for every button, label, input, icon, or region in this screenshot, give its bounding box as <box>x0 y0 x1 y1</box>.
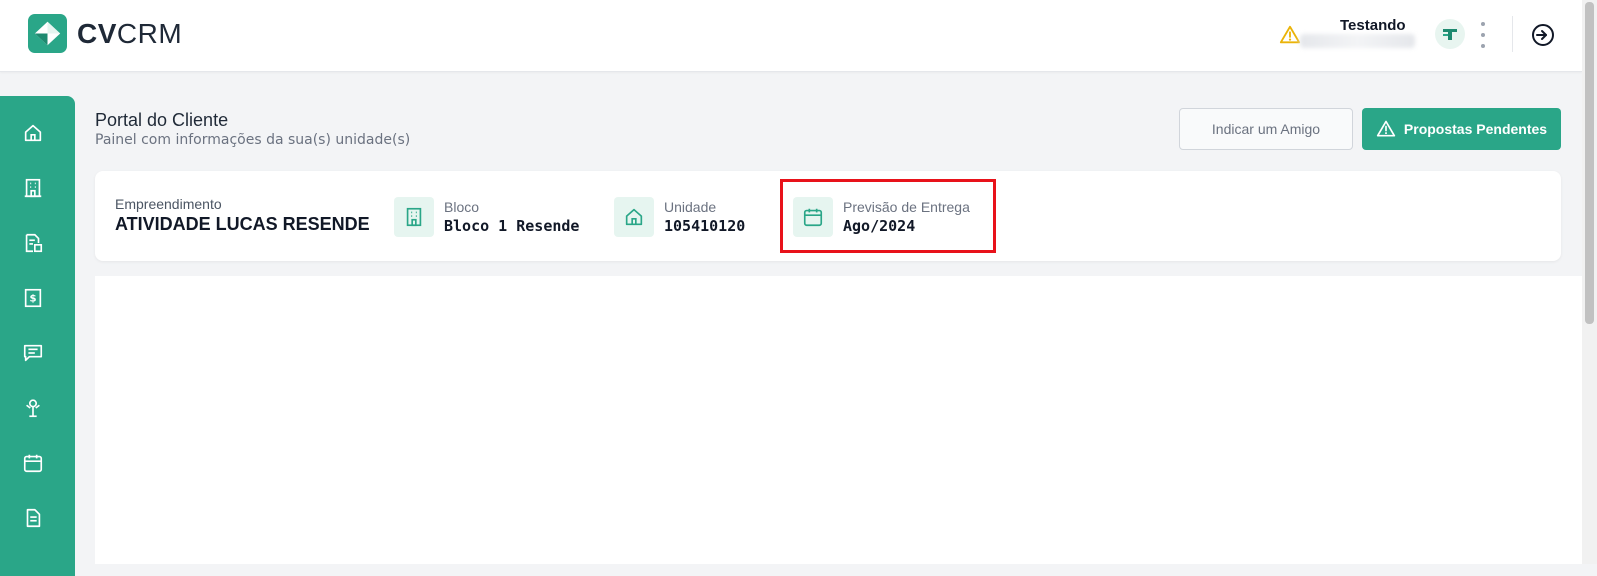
highlight-annotation-box <box>780 179 996 253</box>
sidebar-item-building[interactable] <box>20 175 46 201</box>
sidebar-item-assistance[interactable] <box>20 395 46 421</box>
indicate-friend-button[interactable]: Indicar um Amigo <box>1179 108 1353 150</box>
unidade-info: Unidade 105410120 <box>614 197 745 237</box>
building-icon <box>24 178 42 198</box>
empreendimento-value: ATIVIDADE LUCAS RESENDE <box>115 214 370 234</box>
sidebar-item-home[interactable] <box>20 120 46 146</box>
avatar[interactable] <box>1435 19 1465 49</box>
message-icon <box>23 344 43 362</box>
pending-proposals-button[interactable]: Propostas Pendentes <box>1362 108 1561 150</box>
bloco-info: Bloco Bloco 1 Resende <box>394 197 579 237</box>
sidebar-item-financial[interactable]: $ <box>20 285 46 311</box>
unidade-label: Unidade <box>664 199 717 215</box>
home-icon <box>24 124 42 142</box>
warning-triangle-icon <box>1376 120 1396 137</box>
sidebar-item-calendar[interactable] <box>20 450 46 476</box>
main-content-panel <box>95 276 1582 564</box>
bloco-value: Bloco 1 Resende <box>444 217 580 235</box>
pending-proposals-label: Propostas Pendentes <box>1403 121 1548 137</box>
file-icon <box>26 508 41 528</box>
assistance-icon <box>26 399 40 418</box>
empreendimento-label: Empreendimento <box>115 196 222 212</box>
page-scrollbar[interactable] <box>1582 0 1597 564</box>
sidebar-item-documents[interactable] <box>20 230 46 256</box>
logo-mark-icon <box>28 14 67 53</box>
logo-text-light: CRM <box>116 17 183 49</box>
page-title: Portal do Cliente <box>95 110 229 130</box>
logout-icon[interactable] <box>1530 22 1556 48</box>
sidebar: $ <box>0 96 75 576</box>
kebab-menu-icon[interactable] <box>1476 22 1490 48</box>
sidebar-item-files[interactable] <box>20 505 46 531</box>
bloco-label: Bloco <box>444 199 480 215</box>
financial-icon: $ <box>24 288 42 308</box>
page-subtitle: Painel com informações da sua(s) unidade… <box>95 132 411 148</box>
scrollbar-thumb[interactable] <box>1585 2 1594 324</box>
sidebar-item-messages[interactable] <box>20 340 46 366</box>
user-email-blurred <box>1300 34 1415 48</box>
unidade-value: 105410120 <box>664 217 746 235</box>
unidade-icon-box <box>614 197 654 237</box>
bloco-icon-box <box>394 197 434 237</box>
header-divider <box>1512 16 1513 52</box>
warning-icon[interactable] <box>1279 24 1301 46</box>
calendar-icon <box>23 454 43 473</box>
top-header: CVCRM Testando <box>0 0 1582 72</box>
user-name: Testando <box>1340 17 1406 34</box>
app-logo[interactable]: CVCRM <box>28 14 182 53</box>
document-icon <box>25 233 43 253</box>
home-icon <box>625 208 643 226</box>
building-icon <box>406 207 422 227</box>
logo-wordmark: CVCRM <box>77 18 182 50</box>
svg-text:$: $ <box>29 294 36 305</box>
logo-text-bold: CV <box>77 17 117 49</box>
avatar-icon <box>1443 29 1457 40</box>
